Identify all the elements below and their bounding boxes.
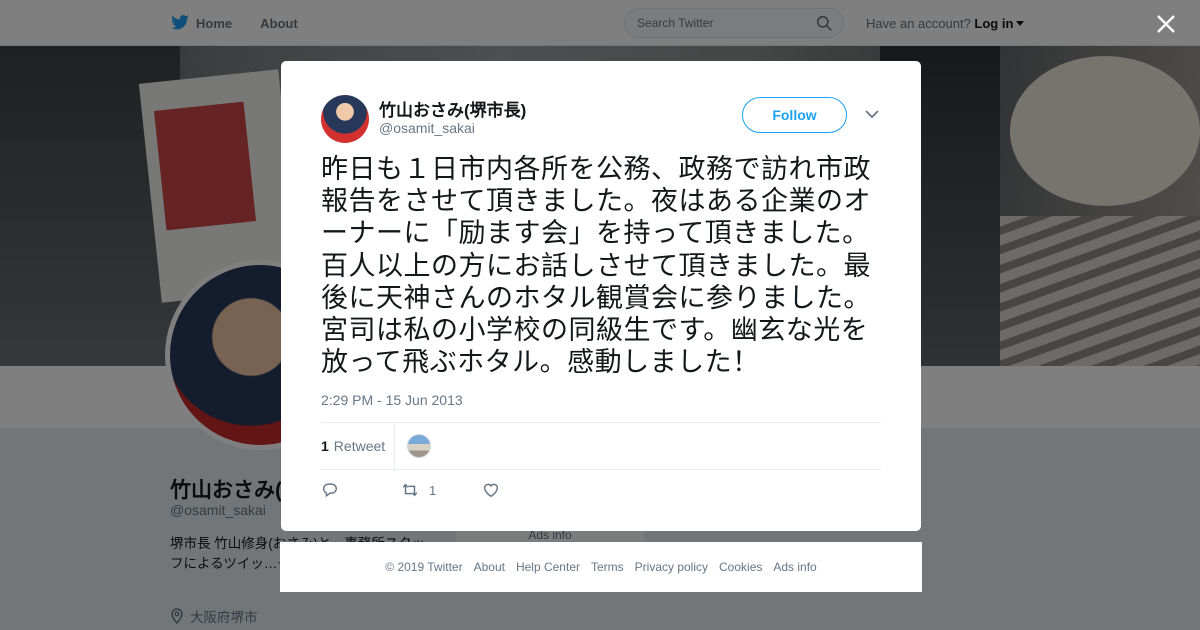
tweet-timestamp[interactable]: 2:29 PM - 15 Jun 2013 xyxy=(321,392,463,408)
reply-button[interactable] xyxy=(321,481,339,499)
footer-link-help-center[interactable]: Help Center xyxy=(516,560,580,574)
tweet-text: 昨日も１日市内各所を公務、政務で訪れ市政報告をさせて頂きました。夜はある企業のオ… xyxy=(321,154,871,378)
footer-link-privacy-policy[interactable]: Privacy policy xyxy=(635,560,708,574)
tweet-stats: 1 Retweet xyxy=(321,422,881,470)
reply-icon xyxy=(322,483,338,498)
retweet-icon xyxy=(402,483,418,497)
footer-link-ads-info[interactable]: Ads info xyxy=(773,560,816,574)
follow-button[interactable]: Follow xyxy=(742,97,847,133)
retweet-stat-count: 1 xyxy=(321,438,329,454)
footer-link-terms[interactable]: Terms xyxy=(591,560,624,574)
retweet-stat[interactable]: 1 Retweet xyxy=(321,438,385,454)
tweet-modal: 竹山おさみ(堺市長) @osamit_sakai Follow 昨日も１日市内各… xyxy=(281,61,921,531)
tweet-author-handle[interactable]: @osamit_sakai xyxy=(379,120,475,136)
footer: © 2019 Twitter About Help Center Terms P… xyxy=(280,542,922,592)
stats-divider xyxy=(394,423,395,469)
retweet-stat-label: Retweet xyxy=(333,438,386,454)
tweet-author-avatar[interactable] xyxy=(321,95,369,143)
retweeter-avatar[interactable] xyxy=(407,434,431,458)
like-button[interactable] xyxy=(482,481,500,499)
chevron-down-icon[interactable] xyxy=(865,109,879,119)
heart-icon xyxy=(483,483,499,498)
footer-copyright: © 2019 Twitter xyxy=(385,560,463,574)
footer-link-about[interactable]: About xyxy=(474,560,505,574)
footer-link-cookies[interactable]: Cookies xyxy=(719,560,762,574)
close-icon[interactable] xyxy=(1154,12,1178,36)
retweet-button[interactable]: 1 xyxy=(401,481,436,499)
retweet-count: 1 xyxy=(429,482,437,498)
tweet-author-name[interactable]: 竹山おさみ(堺市長) xyxy=(379,96,526,121)
tweet-actions: 1 xyxy=(321,481,881,501)
